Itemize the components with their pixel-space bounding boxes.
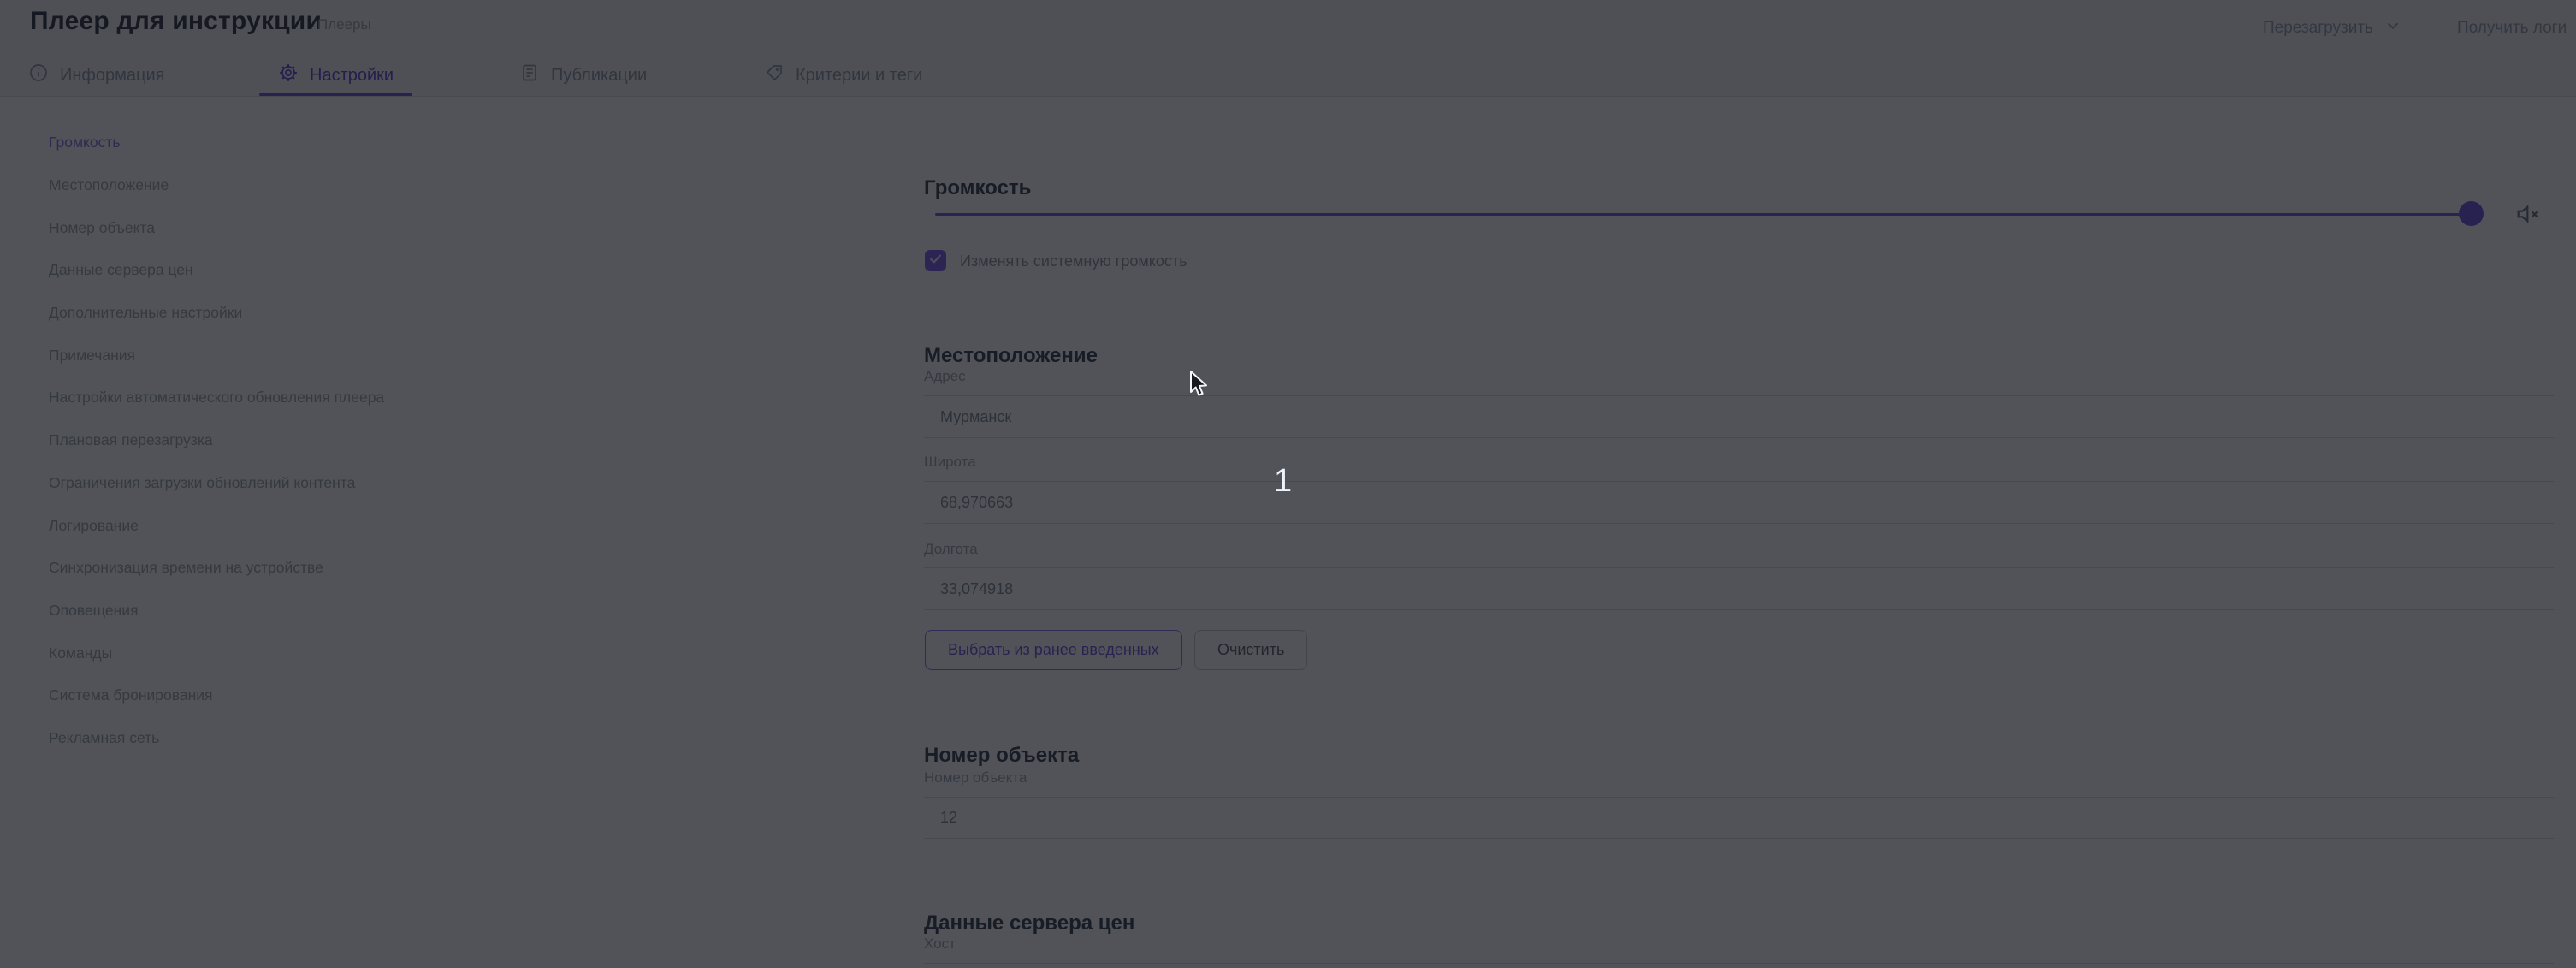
annotation-step-marker: 1 (1274, 463, 1292, 500)
get-logs-button[interactable]: Получить логи (2457, 14, 2567, 43)
clear-button[interactable]: Очистить (1194, 630, 1307, 670)
volume-slider-track[interactable] (935, 213, 2472, 216)
longitude-input[interactable]: 33,074918 (924, 567, 2554, 610)
sidebar-item-ad-network[interactable]: Рекламная сеть (0, 717, 895, 760)
tab-criteria-tags[interactable]: Критерии и теги (745, 55, 941, 96)
settings-nav-list: Громкость Местоположение Номер объекта Д… (0, 122, 895, 759)
tab-settings[interactable]: Настройки (259, 55, 412, 96)
volume-section-title: Громкость (924, 176, 1031, 200)
address-label: Адрес (924, 368, 966, 385)
get-logs-button-label: Получить логи (2457, 19, 2567, 38)
sidebar-item-location[interactable]: Местоположение (0, 164, 895, 207)
object-number-section-title: Номер объекта (924, 744, 1079, 768)
choose-previous-button[interactable]: Выбрать из ранее введенных (925, 630, 1182, 670)
tab-publications[interactable]: Публикации (500, 55, 666, 96)
latitude-input[interactable]: 68,970663 (924, 481, 2554, 524)
settings-content: Громкость Изменять системную громкость М… (895, 97, 2576, 968)
latitude-label: Широта (924, 454, 976, 471)
clear-button-label: Очистить (1217, 641, 1284, 659)
info-circle-icon (28, 62, 49, 88)
document-icon (519, 62, 540, 88)
tab-information[interactable]: Информация (9, 55, 183, 96)
sidebar-item-auto-update[interactable]: Настройки автоматического обновления пле… (0, 377, 895, 419)
longitude-value: 33,074918 (940, 580, 1013, 598)
breadcrumb[interactable]: Плееры (317, 16, 371, 33)
sidebar-item-alerts[interactable]: Оповещения (0, 590, 895, 632)
host-label: Хост (924, 935, 956, 953)
system-volume-checkbox[interactable] (925, 250, 946, 271)
gear-icon (278, 62, 299, 88)
checkmark-icon (928, 252, 943, 270)
tab-label: Публикации (551, 66, 647, 86)
tab-label: Критерии и теги (796, 66, 922, 86)
sidebar-item-object-number[interactable]: Номер объекта (0, 206, 895, 249)
muted-speaker-icon[interactable] (2514, 200, 2542, 228)
object-number-input[interactable]: 12 (924, 797, 2554, 839)
volume-slider-thumb[interactable] (2459, 201, 2484, 226)
tab-label: Настройки (310, 66, 394, 86)
price-server-section-title: Данные сервера цен (924, 912, 1134, 935)
sidebar-item-time-sync[interactable]: Синхронизация времени на устройстве (0, 547, 895, 590)
restart-button[interactable]: Перезагрузить (2263, 14, 2402, 43)
sidebar-item-price-server[interactable]: Данные сервера цен (0, 249, 895, 292)
system-volume-checkbox-label: Изменять системную громкость (960, 252, 1187, 270)
sidebar-item-logging[interactable]: Логирование (0, 504, 895, 547)
location-section-title: Местоположение (924, 344, 1098, 368)
host-input[interactable] (924, 963, 2554, 968)
address-value: Мурманск (940, 408, 1011, 426)
sidebar-item-content-update-limits[interactable]: Ограничения загрузки обновлений контента (0, 462, 895, 505)
choose-previous-button-label: Выбрать из ранее введенных (948, 641, 1159, 659)
sidebar-item-volume[interactable]: Громкость (0, 122, 895, 164)
tag-icon (764, 62, 785, 88)
player-settings-page: Плеер для инструкции Плееры Перезагрузит… (0, 0, 2576, 968)
latitude-value: 68,970663 (940, 494, 1013, 512)
tab-label: Информация (60, 66, 164, 86)
chevron-down-icon (2384, 16, 2402, 40)
sidebar-item-booking-system[interactable]: Система бронирования (0, 674, 895, 717)
page-header: Плеер для инструкции Плееры Перезагрузит… (0, 0, 2576, 97)
object-number-value: 12 (940, 809, 957, 827)
page-title: Плеер для инструкции (30, 7, 322, 36)
object-number-label: Номер объекта (924, 769, 1027, 787)
settings-sidebar: Громкость Местоположение Номер объекта Д… (0, 97, 895, 968)
address-input[interactable]: Мурманск (924, 395, 2554, 438)
sidebar-item-scheduled-reboot[interactable]: Плановая перезагрузка (0, 419, 895, 462)
longitude-label: Долгота (924, 541, 978, 558)
sidebar-item-additional-settings[interactable]: Дополнительные настройки (0, 292, 895, 335)
restart-button-label: Перезагрузить (2263, 19, 2373, 38)
sidebar-item-commands[interactable]: Команды (0, 632, 895, 674)
sidebar-item-notes[interactable]: Примечания (0, 334, 895, 377)
